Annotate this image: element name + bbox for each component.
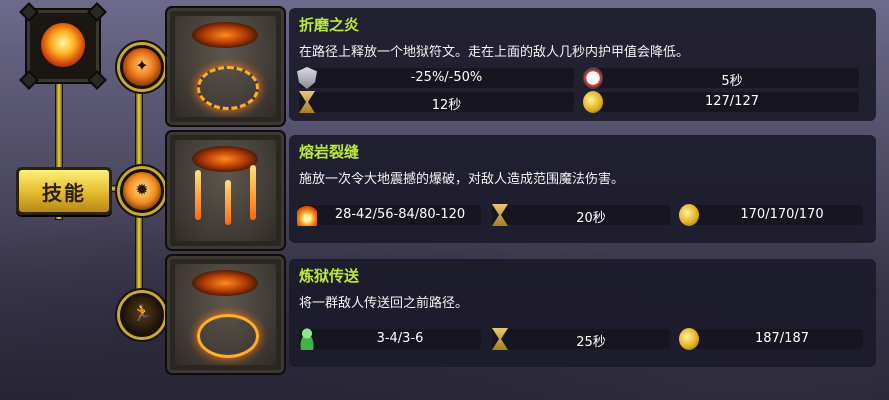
- stat-armor-reduction: -25%/-50%: [297, 67, 574, 89]
- connector-hero-to-tag: [55, 76, 63, 170]
- skill-title: 熔岩裂缝: [299, 143, 360, 161]
- skill-description: 在路径上释放一个地狱符文。走在上面的敌人几秒内护甲值会降低。: [299, 45, 690, 60]
- fire-spirit-icon: [41, 23, 85, 67]
- stat-cost: 187/187: [679, 328, 863, 350]
- stat-cooldown: 25秒: [492, 328, 670, 350]
- skill-title: 炼狱传送: [299, 267, 360, 285]
- hero-portrait[interactable]: [19, 2, 107, 90]
- skill-title: 折磨之炎: [299, 16, 360, 34]
- stat-enemy-count: 3-4/3-6: [297, 328, 481, 350]
- stat-cost: 127/127: [583, 91, 859, 113]
- skill-node-torment-flame[interactable]: ✦: [120, 45, 164, 89]
- fire-damage-icon: [297, 204, 317, 226]
- stopwatch-icon: [583, 67, 603, 89]
- hourglass-icon: [299, 91, 315, 113]
- hourglass-icon: [492, 328, 508, 350]
- skill-description: 将一群敌人传送回之前路径。: [299, 296, 469, 311]
- lava-burst-icon: ✹: [135, 180, 149, 199]
- enemy-pawn-icon: [297, 328, 317, 350]
- skill-preview-torment-flame: [167, 8, 284, 125]
- stat-cooldown: 12秒: [299, 91, 574, 113]
- stat-damage: 28-42/56-84/80-120: [297, 204, 481, 226]
- gold-coins-icon: [679, 204, 699, 226]
- skill-panel-inferno-teleport: 炼狱传送 将一群敌人传送回之前路径。 3-4/3-6 25秒 187/187: [289, 259, 876, 367]
- skills-tab[interactable]: 技能: [16, 167, 112, 215]
- skills-tab-label: 技能: [42, 180, 86, 205]
- gold-coins-icon: [679, 328, 699, 350]
- stat-cooldown: 20秒: [492, 204, 670, 226]
- stat-cost: 170/170/170: [679, 204, 863, 226]
- running-figure-icon: 🏃: [132, 303, 152, 322]
- armor-shield-icon: [297, 67, 317, 89]
- skill-node-inferno-teleport[interactable]: 🏃: [120, 293, 164, 337]
- skill-preview-inferno-teleport: [167, 256, 284, 373]
- skill-panel-lava-rift: 熔岩裂缝 施放一次令大地震撼的爆破，对敌人造成范围魔法伤害。 28-42/56-…: [289, 135, 876, 243]
- gold-coins-icon: [583, 91, 603, 113]
- skill-description: 施放一次令大地震撼的爆破，对敌人造成范围魔法伤害。: [299, 172, 625, 187]
- skill-node-lava-rift[interactable]: ✹: [120, 169, 164, 213]
- stat-duration: 5秒: [583, 67, 859, 89]
- skill-panel-torment-flame: 折磨之炎 在路径上释放一个地狱符文。走在上面的敌人几秒内护甲值会降低。 -25%…: [289, 8, 876, 121]
- skill-preview-lava-rift: [167, 132, 284, 249]
- hourglass-icon: [492, 204, 508, 226]
- flame-rune-icon: ✦: [135, 56, 149, 75]
